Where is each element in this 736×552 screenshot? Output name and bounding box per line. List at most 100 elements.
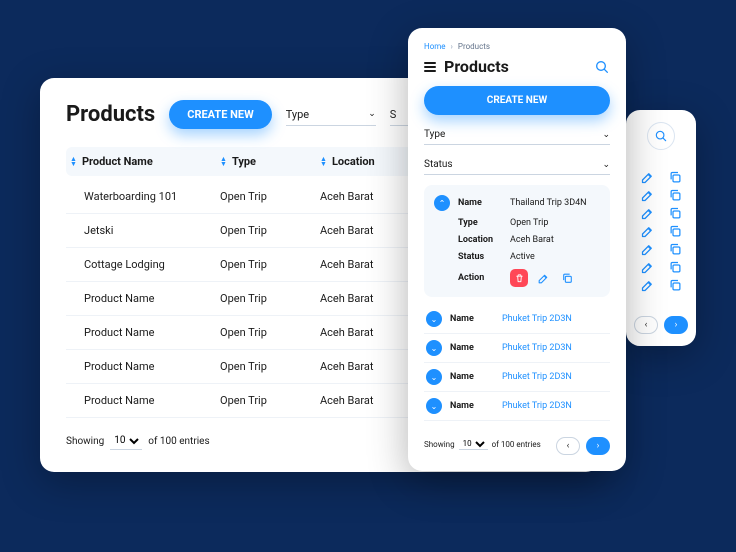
field-label: Type bbox=[458, 218, 510, 228]
cell-name: Product Name bbox=[70, 360, 220, 373]
pager-showing: Showing bbox=[424, 440, 455, 449]
collapsed-row[interactable]: ⌄ NamePhuket Trip 2D3N bbox=[424, 363, 610, 392]
mobile-panel: Home › Products Products CREATE NEW Type… bbox=[408, 28, 626, 471]
mobile-type-filter[interactable]: Type⌄ bbox=[424, 125, 610, 145]
field-label: Name bbox=[450, 372, 502, 382]
edit-button[interactable] bbox=[638, 240, 656, 258]
product-link[interactable]: Phuket Trip 2D3N bbox=[502, 372, 572, 382]
field-value: Aceh Barat bbox=[510, 235, 554, 245]
copy-button[interactable] bbox=[666, 186, 684, 204]
edit-button[interactable] bbox=[638, 258, 656, 276]
sort-icon: ▲▼ bbox=[220, 157, 227, 167]
expand-toggle[interactable]: ⌄ bbox=[426, 340, 442, 356]
cell-type: Open Trip bbox=[220, 360, 320, 373]
row-actions bbox=[638, 204, 684, 222]
type-filter-label: Type bbox=[286, 108, 309, 121]
edit-button[interactable] bbox=[638, 186, 656, 204]
page-size-select[interactable]: 10 bbox=[459, 438, 488, 450]
collapsed-row[interactable]: ⌄ NamePhuket Trip 2D3N bbox=[424, 305, 610, 334]
product-link[interactable]: Phuket Trip 2D3N bbox=[502, 401, 572, 411]
breadcrumb-home[interactable]: Home bbox=[424, 42, 446, 51]
edit-button[interactable] bbox=[638, 168, 656, 186]
cell-name: Product Name bbox=[70, 292, 220, 305]
col-type[interactable]: ▲▼Type bbox=[220, 155, 320, 168]
cell-type: Open Trip bbox=[220, 326, 320, 339]
page-size-select[interactable]: 10 bbox=[110, 432, 142, 450]
prev-page-button[interactable]: ‹ bbox=[634, 316, 658, 334]
menu-icon[interactable] bbox=[424, 62, 436, 72]
page-title: Products bbox=[66, 102, 155, 127]
copy-button[interactable] bbox=[666, 204, 684, 222]
field-label: Location bbox=[458, 235, 510, 245]
sort-icon: ▲▼ bbox=[70, 157, 77, 167]
mobile-status-filter[interactable]: Status⌄ bbox=[424, 155, 610, 175]
edit-button[interactable] bbox=[638, 276, 656, 294]
mobile-create-button[interactable]: CREATE NEW bbox=[424, 86, 610, 115]
breadcrumb-separator: › bbox=[451, 42, 453, 51]
next-page-button[interactable]: › bbox=[664, 316, 688, 334]
cell-type: Open Trip bbox=[220, 258, 320, 271]
search-icon[interactable] bbox=[594, 59, 610, 75]
cell-name: Jetski bbox=[70, 224, 220, 237]
copy-button[interactable] bbox=[666, 168, 684, 186]
copy-button[interactable] bbox=[666, 222, 684, 240]
copy-button[interactable] bbox=[558, 269, 576, 287]
field-label: Name bbox=[450, 401, 502, 411]
actions-pager: ‹ › bbox=[634, 316, 688, 334]
copy-button[interactable] bbox=[666, 258, 684, 276]
expand-toggle[interactable]: ⌄ bbox=[426, 311, 442, 327]
field-label: Action bbox=[458, 273, 510, 283]
collapsed-row[interactable]: ⌄ NamePhuket Trip 2D3N bbox=[424, 334, 610, 363]
row-actions bbox=[638, 186, 684, 204]
field-value: Active bbox=[510, 252, 535, 262]
breadcrumb-current: Products bbox=[458, 42, 490, 51]
edit-button[interactable] bbox=[638, 204, 656, 222]
field-value: Open Trip bbox=[510, 218, 548, 228]
next-page-button[interactable]: › bbox=[586, 437, 610, 455]
mobile-title: Products bbox=[444, 57, 509, 76]
chevron-down-icon: ⌄ bbox=[602, 160, 610, 170]
cell-name: Waterboarding 101 bbox=[70, 190, 220, 203]
create-button[interactable]: CREATE NEW bbox=[169, 100, 271, 129]
cell-type: Open Trip bbox=[220, 394, 320, 407]
edit-button[interactable] bbox=[638, 222, 656, 240]
product-link[interactable]: Phuket Trip 2D3N bbox=[502, 343, 572, 353]
field-label: Name bbox=[458, 198, 510, 208]
copy-button[interactable] bbox=[666, 240, 684, 258]
type-filter[interactable]: Type ⌄ bbox=[286, 104, 376, 126]
pager-showing: Showing bbox=[66, 436, 104, 447]
field-label: Name bbox=[450, 343, 502, 353]
row-actions bbox=[638, 240, 684, 258]
expand-toggle[interactable]: ⌄ bbox=[426, 369, 442, 385]
copy-button[interactable] bbox=[666, 276, 684, 294]
search-button[interactable] bbox=[647, 122, 675, 150]
pager-of: of 100 entries bbox=[148, 436, 209, 447]
cell-name: Cottage Lodging bbox=[70, 258, 220, 271]
collapsed-row[interactable]: ⌄ NamePhuket Trip 2D3N bbox=[424, 392, 610, 421]
cell-name: Product Name bbox=[70, 326, 220, 339]
expand-toggle[interactable]: ⌄ bbox=[426, 398, 442, 414]
sort-icon: ▲▼ bbox=[320, 157, 327, 167]
collapse-toggle[interactable]: ⌄ bbox=[434, 195, 450, 211]
row-actions bbox=[638, 222, 684, 240]
mobile-pager: Showing 10 of 100 entries ‹ › bbox=[424, 433, 610, 455]
edit-button[interactable] bbox=[534, 269, 552, 287]
expanded-row: ⌄NameThailand Trip 3D4N TypeOpen Trip Lo… bbox=[424, 185, 610, 297]
row-actions bbox=[638, 276, 684, 294]
row-actions bbox=[638, 258, 684, 276]
delete-button[interactable] bbox=[510, 269, 528, 287]
actions-panel: ‹ › bbox=[626, 110, 696, 346]
field-label: Name bbox=[450, 314, 502, 324]
chevron-down-icon: ⌄ bbox=[602, 130, 610, 140]
status-filter-label: S bbox=[390, 108, 397, 121]
product-link[interactable]: Phuket Trip 2D3N bbox=[502, 314, 572, 324]
col-product-name[interactable]: ▲▼Product Name bbox=[70, 155, 220, 168]
field-label: Status bbox=[458, 252, 510, 262]
cell-type: Open Trip bbox=[220, 292, 320, 305]
cell-type: Open Trip bbox=[220, 190, 320, 203]
status-filter[interactable]: S bbox=[390, 104, 410, 126]
row-actions bbox=[638, 168, 684, 186]
pager-of: of 100 entries bbox=[492, 440, 541, 449]
prev-page-button[interactable]: ‹ bbox=[556, 437, 580, 455]
breadcrumb: Home › Products bbox=[424, 42, 610, 51]
